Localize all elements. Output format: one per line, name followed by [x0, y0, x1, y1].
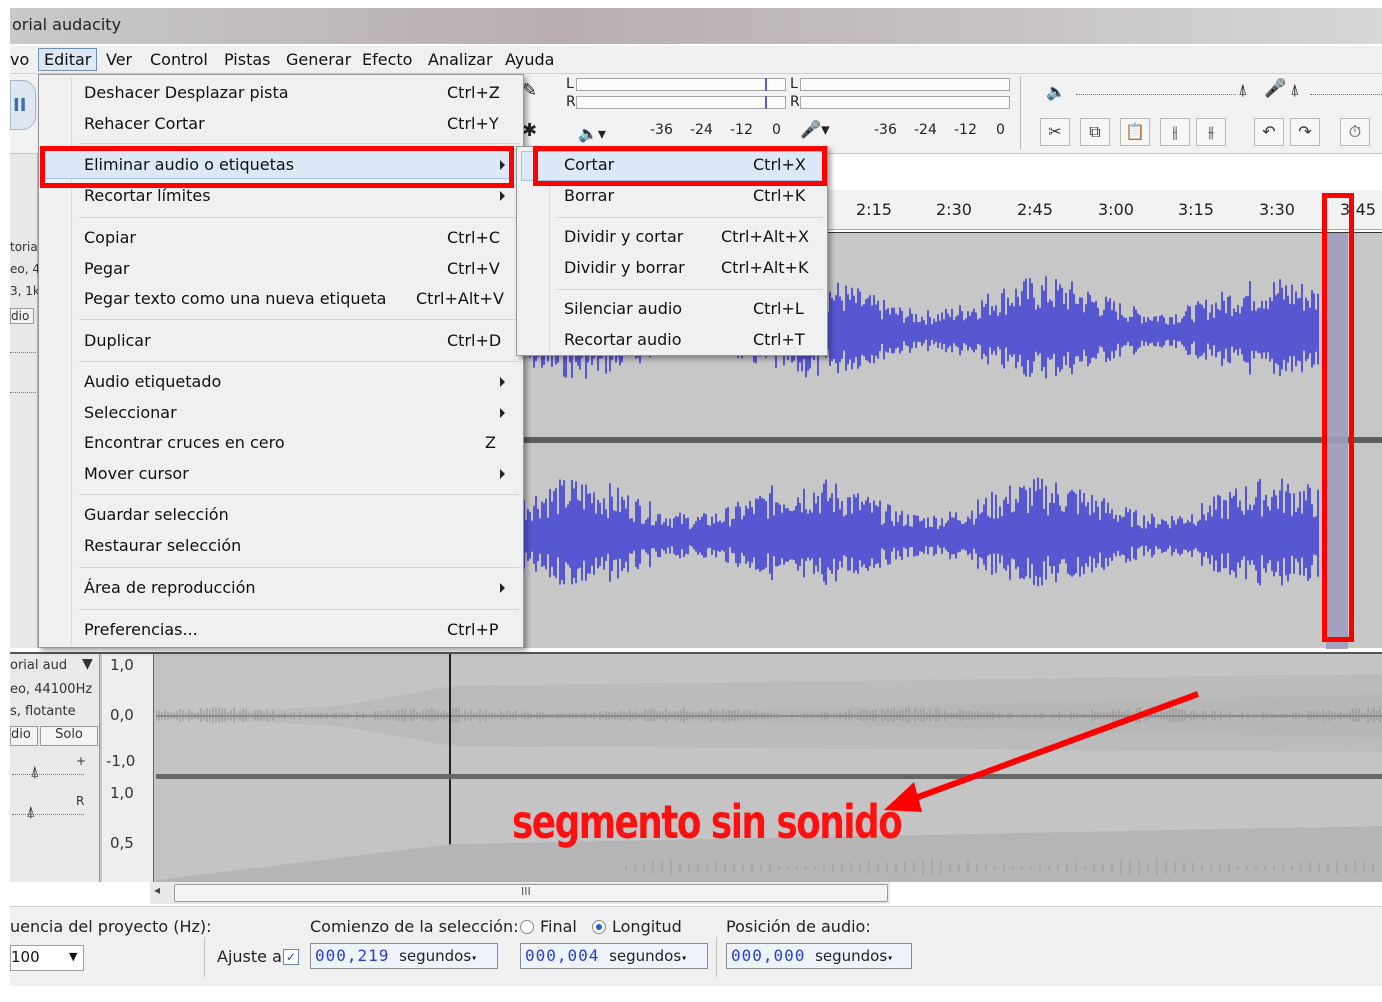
radio-final[interactable]	[520, 920, 534, 934]
time-unit: segundos	[399, 947, 472, 965]
selection-start-field[interactable]: 000,219 segundos▾	[310, 943, 498, 969]
toolbar-divider	[716, 937, 717, 977]
project-rate-label: uencia del proyecto (Hz):	[10, 917, 212, 936]
selection-toolbar: uencia del proyecto (Hz): 100 ▼ Ajuste a…	[10, 906, 1382, 986]
project-rate-value: 100	[11, 948, 40, 966]
audio-position-label: Posición de audio:	[726, 917, 871, 936]
audio-position-field[interactable]: 000,000 segundos▾	[726, 943, 912, 969]
project-rate-select[interactable]: 100 ▼	[10, 945, 84, 971]
time-digits: 000,000	[731, 946, 806, 965]
scroll-left-icon[interactable]: ◂	[154, 883, 160, 897]
radio-length-label: Longitud	[612, 917, 682, 936]
dropdown-arrow-icon: ▾	[681, 953, 688, 964]
snap-to-label: Ajuste a	[217, 947, 282, 966]
dropdown-arrow-icon: ▾	[471, 953, 478, 964]
time-digits: 000,219	[315, 946, 390, 965]
snap-to-checkbox[interactable]: ✓	[283, 949, 299, 965]
time-digits: 000,004	[525, 946, 600, 965]
scrollbar-grip: III	[521, 885, 531, 898]
selection-length-field[interactable]: 000,004 segundos▾	[520, 943, 708, 969]
scrollbar-thumb[interactable]: III	[174, 884, 888, 902]
dropdown-arrow-icon: ▼	[69, 950, 78, 963]
radio-final-label: Final	[540, 917, 577, 936]
dropdown-arrow-icon: ▾	[887, 953, 894, 964]
time-unit: segundos	[815, 947, 888, 965]
time-unit: segundos	[609, 947, 682, 965]
radio-length[interactable]	[592, 920, 606, 934]
selection-start-label: Comienzo de la selección:	[310, 917, 519, 936]
annotation-label: segmento sin sonido	[512, 795, 903, 849]
toolbar-divider	[204, 937, 205, 977]
annotation-arrow	[884, 691, 1200, 812]
